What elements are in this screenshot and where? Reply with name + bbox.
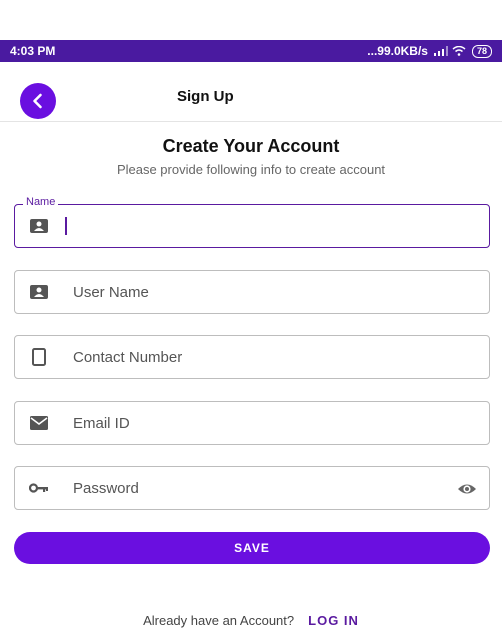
app-header: Sign Up	[0, 62, 502, 122]
login-prompt-text: Already have an Account?	[143, 613, 295, 628]
save-button[interactable]: SAVE	[14, 532, 490, 564]
page-title: Create Your Account	[162, 136, 340, 156]
email-field[interactable]	[14, 401, 490, 445]
password-field[interactable]	[14, 466, 490, 510]
password-input[interactable]	[73, 479, 413, 497]
status-indicators: ...99.0KB/s 78	[367, 44, 492, 58]
status-time: 4:03 PM	[10, 44, 56, 58]
email-input[interactable]	[73, 414, 413, 432]
name-field-label: Name	[23, 196, 59, 208]
back-button[interactable]	[20, 83, 56, 119]
username-field[interactable]	[14, 270, 490, 314]
eye-icon[interactable]	[457, 479, 477, 499]
battery-indicator: 78	[471, 44, 492, 58]
header-title: Sign Up	[177, 88, 234, 105]
page-subtitle: Please provide following info to create …	[116, 162, 386, 177]
key-icon	[29, 478, 49, 498]
contact-field[interactable]	[14, 335, 490, 379]
mail-icon	[29, 413, 49, 433]
phone-icon	[29, 347, 49, 367]
contact-input[interactable]	[73, 348, 413, 366]
id-card-icon	[29, 282, 49, 302]
login-link[interactable]: LOG IN	[308, 613, 359, 628]
username-input[interactable]	[73, 283, 413, 301]
chevron-left-icon	[33, 93, 42, 109]
network-speed: ...99.0KB/s	[367, 44, 428, 58]
text-caret	[65, 217, 67, 235]
status-bar: 4:03 PM ...99.0KB/s 78	[0, 40, 502, 62]
signal-icon	[433, 46, 448, 56]
wifi-icon	[452, 46, 466, 56]
id-card-icon	[29, 216, 49, 236]
login-prompt: Already have an Account? LOG IN	[0, 613, 502, 628]
name-field[interactable]: Name	[14, 196, 490, 248]
signal-icons	[433, 46, 466, 56]
